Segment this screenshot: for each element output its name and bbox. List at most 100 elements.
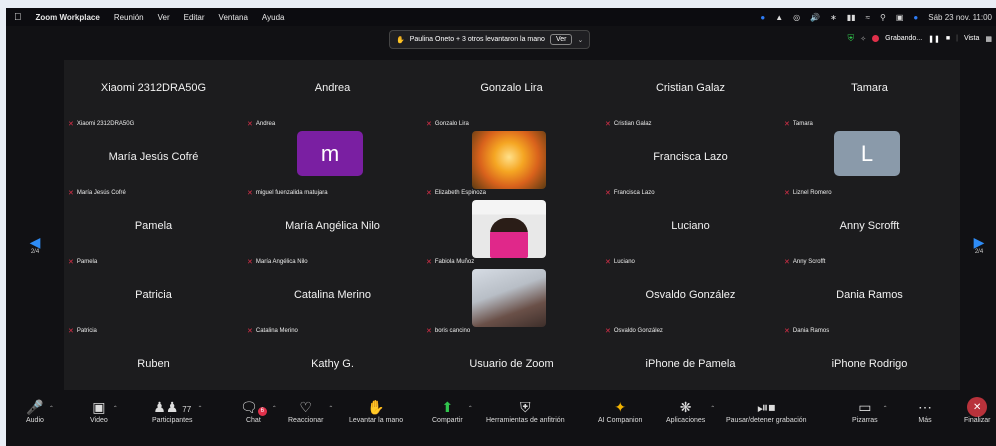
participant-tile[interactable]: ✕ boris cancino bbox=[422, 267, 601, 337]
participant-tile[interactable]: Patricia ✕ Patricia bbox=[64, 267, 243, 337]
end-label: Finalizar bbox=[964, 417, 991, 424]
audio-button[interactable]: 🎤 Audio ⌃ bbox=[26, 397, 54, 424]
battery-icon[interactable]: ▮▮ bbox=[847, 13, 856, 22]
control-center-icon[interactable]: ▣ bbox=[896, 13, 904, 22]
search-icon[interactable]: ⚲ bbox=[880, 13, 886, 22]
participant-tile[interactable]: L ✕ Liznel Romero bbox=[780, 129, 959, 199]
host-tools-button[interactable]: ⛨ Herramientas de anfitrión bbox=[486, 397, 565, 424]
more-button[interactable]: ⋯ Más bbox=[918, 397, 932, 424]
menubar-datetime[interactable]: Sáb 23 nov. 11:00 bbox=[928, 13, 992, 22]
wifi-icon[interactable]: ≈ bbox=[866, 13, 870, 22]
whiteboards-button[interactable]: ▭ Pizarras ⌃ bbox=[852, 397, 888, 424]
participant-name: Cristian Galaz bbox=[613, 121, 652, 127]
participant-tile[interactable]: Anny Scrofft ✕ Anny Scrofft bbox=[780, 198, 959, 268]
vpn-icon[interactable]: ▲ bbox=[775, 13, 783, 22]
chat-caret-icon[interactable]: ⌃ bbox=[272, 405, 277, 412]
share-caret-icon[interactable]: ⌃ bbox=[468, 405, 473, 412]
menu-ayuda[interactable]: Ayuda bbox=[262, 13, 285, 22]
participant-name: Francisca Lazo bbox=[613, 190, 655, 196]
next-page-button[interactable]: ▶ 2/4 bbox=[964, 217, 994, 273]
participant-tile[interactable]: Catalina Merino ✕ Catalina Merino bbox=[243, 267, 422, 337]
stop-icon[interactable]: ■ bbox=[946, 35, 950, 42]
participant-tile[interactable]: Pamela ✕ Pamela bbox=[64, 198, 243, 268]
participant-tile[interactable]: ✕ Elizabeth Espinoza bbox=[422, 129, 601, 199]
mic-muted-icon: ✕ bbox=[784, 328, 790, 335]
participant-tile[interactable]: Tamara ✕ Tamara bbox=[780, 60, 959, 130]
menu-ver[interactable]: Ver bbox=[158, 13, 170, 22]
react-caret-icon[interactable]: ⌃ bbox=[328, 405, 333, 412]
react-label: Reaccionar bbox=[288, 417, 324, 424]
mic-muted-icon: ✕ bbox=[426, 121, 432, 128]
participant-display-name: Cristian Galaz bbox=[655, 82, 726, 94]
sparkle-icon: ✦ bbox=[614, 399, 627, 415]
meeting-stage: ◀ 2/4 ▶ 2/4 Xiaomi 2312DRA50G ✕ Xiaomi 231… bbox=[6, 52, 996, 404]
pause-icon[interactable]: ❚❚ bbox=[928, 35, 940, 43]
mic-muted-icon: ✕ bbox=[247, 190, 253, 197]
participant-tile[interactable]: Osvaldo González ✕ Osvaldo González bbox=[601, 267, 780, 337]
participant-tile[interactable]: Luciano ✕ Luciano bbox=[601, 198, 780, 268]
menu-editar[interactable]: Editar bbox=[184, 13, 205, 22]
ai-companion-button[interactable]: ✦ AI Companion bbox=[598, 397, 642, 424]
pause-recording-button[interactable]: ⏯⏹ Pausar/detener grabación bbox=[726, 397, 807, 424]
end-button[interactable]: ✕ Finalizar bbox=[964, 397, 990, 424]
whiteboard-icon: ▭ bbox=[858, 399, 872, 415]
participants-caret-icon[interactable]: ⌃ bbox=[197, 405, 202, 412]
participant-display-name: María Jesús Cofré bbox=[108, 151, 199, 163]
participant-label: ✕ Patricia bbox=[68, 327, 97, 335]
whiteboards-caret-icon[interactable]: ⌃ bbox=[883, 405, 888, 412]
grid-icon[interactable]: ▦ bbox=[985, 35, 992, 43]
mic-muted-icon: ✕ bbox=[426, 259, 432, 266]
participant-name: Pamela bbox=[76, 259, 98, 265]
participant-label: ✕ Xiaomi 2312DRA50G bbox=[68, 120, 134, 128]
star-icon[interactable]: ✧ bbox=[860, 35, 866, 43]
bluetooth-icon[interactable]: ∗ bbox=[830, 13, 837, 22]
participant-tile[interactable]: María Jesús Cofré ✕ María Jesús Cofré bbox=[64, 129, 243, 199]
pause-stop-icon: ⏯⏹ bbox=[757, 399, 776, 415]
participant-tile[interactable]: Francisca Lazo ✕ Francisca Lazo bbox=[601, 129, 780, 199]
video-caret-icon[interactable]: ⌃ bbox=[113, 405, 118, 412]
participant-display-name: Osvaldo González bbox=[645, 289, 736, 301]
video-button[interactable]: ▣ Video ⌃ bbox=[90, 397, 118, 424]
participant-tile[interactable]: María Angélica Nilo ✕ María Angélica Nilo bbox=[243, 198, 422, 268]
apps-button[interactable]: ❋ Aplicaciones ⌃ bbox=[666, 397, 715, 424]
volume-icon[interactable]: 🔊 bbox=[810, 13, 820, 22]
participant-tile[interactable]: Andrea ✕ Andrea bbox=[243, 60, 422, 130]
mic-muted-icon: ✕ bbox=[68, 328, 74, 335]
participant-display-name: Anny Scrofft bbox=[839, 220, 900, 232]
menu-ventana[interactable]: Ventana bbox=[219, 13, 248, 22]
raise-hand-label: Levantar la mano bbox=[349, 417, 404, 424]
view-raised-hands-button[interactable]: Ver bbox=[549, 34, 573, 45]
participant-name: Patricia bbox=[76, 328, 97, 334]
participant-name: Catalina Merino bbox=[255, 328, 298, 334]
apps-caret-icon[interactable]: ⌃ bbox=[710, 405, 715, 412]
apple-icon[interactable]:  bbox=[14, 12, 22, 23]
share-button[interactable]: ⬆ Compartir ⌃ bbox=[432, 397, 473, 424]
participant-tile[interactable]: Cristian Galaz ✕ Cristian Galaz bbox=[601, 60, 780, 130]
participants-icon: ♟♟ 77 bbox=[153, 399, 192, 415]
participant-name: Tamara bbox=[792, 121, 813, 127]
chevron-down-icon[interactable]: ⌄ bbox=[577, 36, 583, 44]
chat-button[interactable]: 🗨 6 Chat ⌃ bbox=[240, 397, 277, 424]
participant-tile[interactable]: Dania Ramos ✕ Dania Ramos bbox=[780, 267, 959, 337]
participant-tile[interactable]: m ✕ miguel fuenzalida matujara bbox=[243, 129, 422, 199]
raise-hand-button[interactable]: ✋ Levantar la mano bbox=[349, 397, 403, 424]
shield-icon[interactable]: ⛨ bbox=[848, 33, 855, 44]
participant-label: ✕ Anny Scrofft bbox=[784, 258, 825, 266]
react-button[interactable]: ♡ Reaccionar ⌃ bbox=[288, 397, 333, 424]
audio-caret-icon[interactable]: ⌃ bbox=[49, 405, 54, 412]
participants-button[interactable]: ♟♟ 77 Participantes ⌃ bbox=[152, 397, 202, 424]
zoom-tray-icon[interactable]: ● bbox=[760, 13, 765, 22]
meeting-top-bar: ✋ Paulina Oneto + 3 otros levantaron la … bbox=[6, 26, 996, 52]
participant-name: Fabiola Muñoz bbox=[434, 259, 475, 265]
participant-name: boris cancino bbox=[434, 328, 471, 334]
participant-tile[interactable]: Gonzalo Lira ✕ Gonzalo Lira bbox=[422, 60, 601, 130]
participant-tile[interactable]: ✕ Fabiola Muñoz bbox=[422, 198, 601, 268]
prev-page-button[interactable]: ◀ 2/4 bbox=[20, 217, 50, 273]
view-button[interactable]: Vista bbox=[964, 35, 979, 42]
participant-tile[interactable]: Xiaomi 2312DRA50G ✕ Xiaomi 2312DRA50G bbox=[64, 60, 243, 130]
menu-app-name[interactable]: Zoom Workplace bbox=[36, 13, 100, 22]
siri-icon[interactable]: ● bbox=[913, 13, 918, 22]
menu-reunion[interactable]: Reunión bbox=[114, 13, 144, 22]
circle-icon[interactable]: ◎ bbox=[793, 13, 800, 22]
participant-name: Liznel Romero bbox=[792, 190, 832, 196]
